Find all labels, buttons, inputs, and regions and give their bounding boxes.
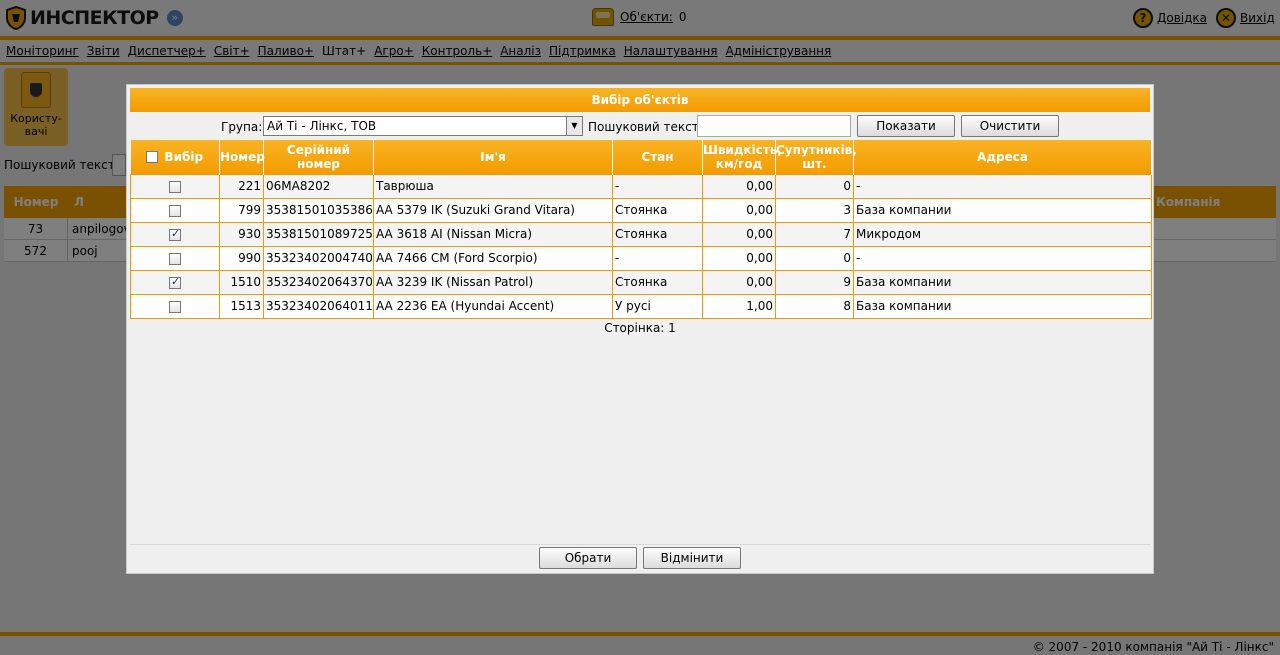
cell-address: База компании	[853, 197, 1152, 223]
row-checkbox[interactable]	[169, 180, 181, 193]
objects-table: Вибір Номер Серійний номер Ім'я Стан Шви…	[130, 140, 1152, 319]
cell-name: Таврюша	[373, 173, 613, 199]
group-select-value: Ай Ті - Лінкс, ТОВ	[267, 119, 377, 133]
column-address[interactable]: Адреса	[853, 140, 1152, 174]
filter-bar: Група: Ай Ті - Лінкс, ТОВ ▼ Пошуковий те…	[127, 115, 1153, 139]
row-checkbox[interactable]	[169, 275, 181, 289]
table-row[interactable]: 221 06MA8202 Таврюша - 0,00 0 -	[130, 173, 1152, 199]
cell-satellites: 0	[775, 173, 854, 199]
cell-address: База компании	[853, 293, 1152, 319]
row-checkbox[interactable]	[169, 300, 181, 313]
cell-speed: 0,00	[702, 221, 776, 247]
column-serial[interactable]: Серійний номер	[263, 140, 374, 174]
select-button[interactable]: Обрати	[539, 547, 637, 569]
cell-address: -	[853, 245, 1152, 271]
table-header-row: Вибір Номер Серійний номер Ім'я Стан Шви…	[130, 140, 1152, 174]
dialog-title: Вибір об'єктів	[130, 88, 1150, 112]
dialog-divider	[130, 544, 1151, 545]
table-row[interactable]: 799 353815010353864 AA 5379 IK (Suzuki G…	[130, 197, 1152, 223]
select-all-checkbox[interactable]	[146, 151, 159, 164]
cell-name: AA 3618 AI (Nissan Micra)	[373, 221, 613, 247]
cell-serial: 353815010353864	[263, 197, 374, 223]
column-speed[interactable]: Швидкість, км/год	[702, 140, 782, 174]
cell-state: -	[612, 173, 703, 199]
cell-serial: 353234020047401	[263, 245, 374, 271]
cell-name: AA 2236 EA (Hyundai Accent)	[373, 293, 613, 319]
cell-satellites: 0	[775, 245, 854, 271]
cell-address: -	[853, 173, 1152, 199]
cell-number: 930	[219, 221, 264, 247]
table-row[interactable]: 1513 353234020640114 AA 2236 EA (Hyundai…	[130, 293, 1152, 319]
dropdown-arrow-icon[interactable]: ▼	[566, 117, 582, 135]
column-name[interactable]: Ім'я	[373, 140, 613, 174]
cell-speed: 0,00	[702, 197, 776, 223]
column-number[interactable]: Номер	[219, 140, 265, 174]
cell-number: 1513	[219, 293, 264, 319]
table-row[interactable]: 990 353234020047401 AA 7466 CM (Ford Sco…	[130, 245, 1152, 271]
cell-satellites: 3	[775, 197, 854, 223]
row-checkbox[interactable]	[169, 252, 181, 265]
column-select: Вибір	[130, 140, 220, 174]
cell-address: Микродом	[853, 221, 1152, 247]
cell-state: -	[612, 245, 703, 271]
row-checkbox[interactable]	[169, 227, 181, 241]
column-state[interactable]: Стан	[612, 140, 703, 174]
group-label: Група:	[221, 120, 263, 134]
cell-serial: 353234020640114	[263, 293, 374, 319]
search-label: Пошуковий текст:	[588, 120, 703, 134]
group-select[interactable]: Ай Ті - Лінкс, ТОВ ▼	[263, 116, 583, 136]
cell-number: 1510	[219, 269, 264, 295]
cell-satellites: 9	[775, 269, 854, 295]
row-checkbox[interactable]	[169, 204, 181, 217]
search-input[interactable]	[697, 115, 851, 137]
cell-number: 221	[219, 173, 264, 199]
table-row[interactable]: 930 353815010897258 AA 3618 AI (Nissan M…	[130, 221, 1152, 247]
cell-satellites: 7	[775, 221, 854, 247]
cell-number: 990	[219, 245, 264, 271]
show-button[interactable]: Показати	[857, 115, 955, 137]
cancel-button[interactable]: Відмінити	[643, 547, 741, 569]
cell-satellites: 8	[775, 293, 854, 319]
cell-number: 799	[219, 197, 264, 223]
cell-state: Стоянка	[612, 269, 703, 295]
cell-state: Стоянка	[612, 197, 703, 223]
clear-button[interactable]: Очистити	[961, 115, 1059, 137]
cell-name: AA 7466 CM (Ford Scorpio)	[373, 245, 613, 271]
cell-name: AA 3239 IK (Nissan Patrol)	[373, 269, 613, 295]
cell-speed: 0,00	[702, 245, 776, 271]
cell-state: Стоянка	[612, 221, 703, 247]
cell-serial: 06MA8202	[263, 173, 374, 199]
cell-speed: 0,00	[702, 269, 776, 295]
cell-name: AA 5379 IK (Suzuki Grand Vitara)	[373, 197, 613, 223]
cell-address: База компании	[853, 269, 1152, 295]
column-satellites[interactable]: Супутників, шт.	[775, 140, 857, 174]
page-indicator: Сторінка: 1	[604, 321, 676, 335]
cell-speed: 0,00	[702, 173, 776, 199]
cell-serial: 353234020643704	[263, 269, 374, 295]
object-selection-dialog: Вибір об'єктів Група: Ай Ті - Лінкс, ТОВ…	[126, 84, 1154, 574]
cell-state: У русі	[612, 293, 703, 319]
cell-serial: 353815010897258	[263, 221, 374, 247]
cell-speed: 1,00	[702, 293, 776, 319]
table-row[interactable]: 1510 353234020643704 AA 3239 IK (Nissan …	[130, 269, 1152, 295]
